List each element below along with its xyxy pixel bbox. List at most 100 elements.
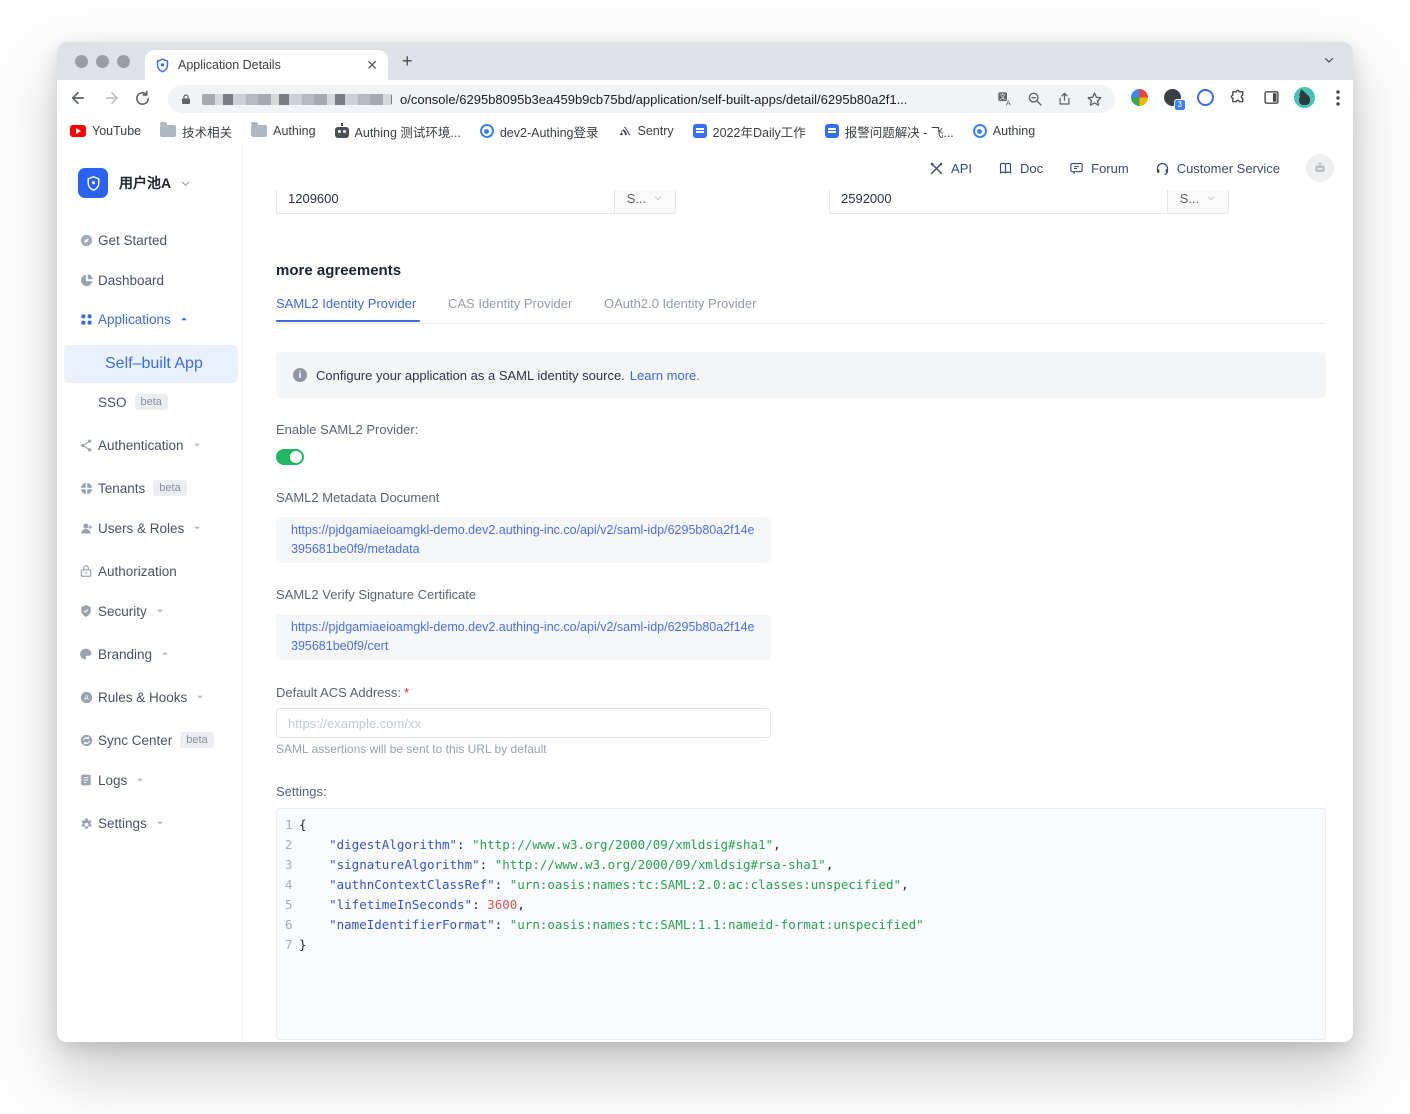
doc-icon	[693, 124, 707, 138]
bookmark-authing[interactable]: Authing	[973, 124, 1035, 138]
acs-address-input[interactable]	[276, 708, 771, 738]
user-icon	[78, 520, 94, 536]
unit-select-1[interactable]: S...	[614, 190, 676, 214]
sidebar-item-tenants[interactable]: Tenants beta	[57, 470, 242, 506]
tab-cas-idp[interactable]: CAS Identity Provider	[448, 296, 572, 311]
paint-icon	[78, 646, 94, 662]
lock-icon	[180, 93, 192, 106]
timeout-input-2[interactable]	[829, 190, 1167, 214]
sidebar-item-get-started[interactable]: Get Started	[57, 222, 242, 258]
browser-tab[interactable]: Application Details ✕	[145, 50, 388, 80]
extensions-row: 3	[1129, 87, 1348, 108]
tab-close-icon[interactable]: ✕	[366, 58, 378, 72]
sidebar-item-users-roles[interactable]: Users & Roles	[57, 510, 242, 546]
sidebar-item-dashboard[interactable]: Dashboard	[57, 262, 242, 298]
side-panel-icon[interactable]	[1261, 87, 1282, 108]
bookmark-dev2-authing[interactable]: dev2-Authing登录	[480, 122, 599, 141]
zoom-icon[interactable]	[1027, 91, 1043, 107]
bookmark-alarm-doc[interactable]: 报警问题解决 - 飞...	[825, 122, 954, 141]
reload-icon[interactable]	[131, 87, 153, 109]
userpool-name: 用户池A	[119, 173, 171, 193]
cert-url-box: https://pjdgamiaeioamgkl-demo.dev2.authi…	[276, 614, 771, 660]
menu-kebab-icon[interactable]	[1327, 87, 1348, 108]
code-line: 6 "nameIdentifierFormat": "urn:oasis:nam…	[285, 915, 1325, 935]
new-tab-button[interactable]: +	[402, 53, 413, 69]
gear-icon	[78, 815, 94, 831]
bookmark-youtube[interactable]: YouTube	[70, 124, 141, 138]
user-avatar[interactable]	[1306, 154, 1334, 182]
tab-search-chevron-icon[interactable]	[1323, 54, 1335, 66]
sidebar-item-sync-center[interactable]: Sync Center beta	[57, 722, 242, 758]
learn-more-link[interactable]: Learn more.	[630, 368, 700, 383]
forum-link[interactable]: Forum	[1069, 161, 1129, 176]
tab-title: Application Details	[178, 58, 360, 72]
tab-oauth2-idp[interactable]: OAuth2.0 Identity Provider	[604, 296, 756, 311]
tabs-divider	[276, 323, 1326, 324]
profile-avatar[interactable]	[1294, 87, 1315, 108]
api-link[interactable]: API	[929, 161, 972, 176]
settings-label: Settings:	[276, 784, 327, 799]
extension-blue-ring-icon[interactable]	[1195, 87, 1216, 108]
traffic-light-minimize[interactable]	[96, 55, 109, 68]
bookmark-folder-tech[interactable]: 技术相关	[160, 122, 232, 141]
back-icon[interactable]	[67, 87, 89, 109]
sidebar-item-self-built-app[interactable]: Self–built App	[64, 345, 238, 383]
share-icon[interactable]	[1057, 91, 1072, 107]
bookmark-authing-test[interactable]: Authing 测试环境...	[335, 122, 461, 141]
compass-icon	[78, 232, 94, 248]
cert-url-link[interactable]: https://pjdgamiaeioamgkl-demo.dev2.authi…	[291, 620, 754, 653]
sidebar-item-branding[interactable]: Branding	[57, 636, 242, 672]
settings-code-editor[interactable]: 1{2 "digestAlgorithm": "http://www.w3.or…	[276, 808, 1326, 1040]
code-line: 3 "signatureAlgorithm": "http://www.w3.o…	[285, 855, 1325, 875]
chevron-down-icon	[180, 178, 191, 189]
bookmark-daily-doc[interactable]: 2022年Daily工作	[693, 122, 806, 141]
main-area: API Doc Forum	[243, 146, 1353, 1042]
doc-icon	[825, 124, 839, 138]
sidebar-item-applications[interactable]: Applications	[57, 301, 242, 337]
sidebar-item-sso[interactable]: SSO beta	[57, 384, 242, 420]
extension-colorful-icon[interactable]	[1129, 87, 1150, 108]
bookmarks-bar: YouTube 技术相关 Authing Authing 测试环境... dev…	[57, 116, 1353, 147]
code-line: 1{	[285, 815, 1325, 835]
translate-icon[interactable]: 文A	[997, 91, 1013, 107]
sidebar-item-settings[interactable]: Settings	[57, 805, 242, 841]
enable-saml2-label: Enable SAML2 Provider:	[276, 422, 418, 437]
svg-text:A: A	[84, 695, 89, 702]
unit-select-2[interactable]: S...	[1167, 190, 1229, 214]
traffic-light-close[interactable]	[75, 55, 88, 68]
caret-down-icon	[192, 440, 202, 450]
saml2-toggle[interactable]	[276, 449, 304, 465]
metadata-url-link[interactable]: https://pjdgamiaeioamgkl-demo.dev2.authi…	[291, 523, 754, 556]
info-alert: i Configure your application as a SAML i…	[276, 352, 1326, 398]
sidebar-item-authorization[interactable]: Authorization	[57, 553, 242, 589]
sidebar: 用户池A Get Started Dashboard	[57, 146, 243, 1042]
customer-service-link[interactable]: Customer Service	[1155, 161, 1280, 176]
sidebar-item-authentication[interactable]: Authentication	[57, 427, 242, 463]
doc-link[interactable]: Doc	[998, 161, 1043, 176]
extensions-puzzle-icon[interactable]	[1228, 87, 1249, 108]
timeout-field-1: S...	[276, 190, 676, 214]
bookmark-sentry[interactable]: Sentry	[618, 124, 674, 138]
metadata-label: SAML2 Metadata Document	[276, 490, 439, 505]
tab-saml2-idp[interactable]: SAML2 Identity Provider	[276, 296, 416, 311]
sidebar-item-security[interactable]: Security	[57, 593, 242, 629]
svg-text:A: A	[1006, 99, 1011, 107]
bookmark-star-icon[interactable]	[1086, 91, 1103, 108]
caret-down-icon	[135, 775, 145, 785]
traffic-light-zoom[interactable]	[117, 55, 130, 68]
userpool-switcher[interactable]: 用户池A	[78, 168, 191, 198]
caret-down-icon	[192, 523, 202, 533]
forward-icon[interactable]	[101, 87, 123, 109]
bookmark-folder-authing[interactable]: Authing	[251, 124, 315, 138]
lock-icon	[78, 563, 94, 579]
sidebar-item-rules-hooks[interactable]: A Rules & Hooks	[57, 679, 242, 715]
code-line: 5 "lifetimeInSeconds": 3600,	[285, 895, 1325, 915]
address-bar[interactable]: o/console/6295b8095b3ea459b9cb75bd/appli…	[168, 85, 1115, 113]
active-tab-underline	[276, 320, 420, 322]
url-text: o/console/6295b8095b3ea459b9cb75bd/appli…	[400, 92, 983, 107]
extension-dark-icon[interactable]: 3	[1162, 87, 1183, 108]
timeout-input-1[interactable]	[276, 190, 614, 214]
timeout-field-2: S...	[829, 190, 1229, 214]
caret-up-icon	[179, 314, 189, 324]
sidebar-item-logs[interactable]: Logs	[57, 762, 242, 798]
